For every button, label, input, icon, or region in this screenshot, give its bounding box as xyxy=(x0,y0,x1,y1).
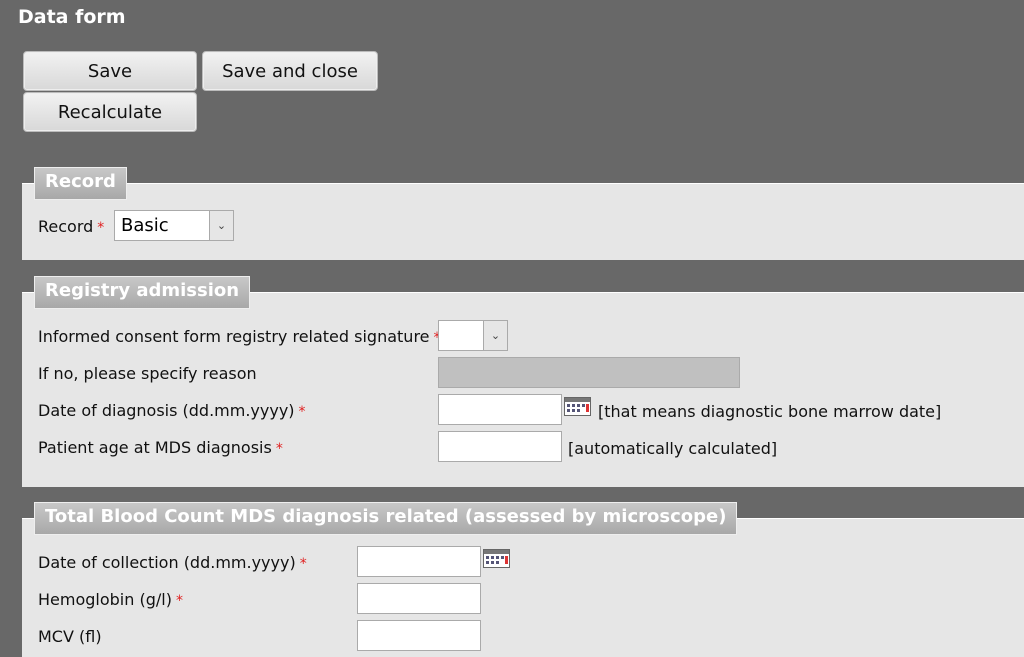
age-input[interactable] xyxy=(438,431,562,462)
page-title: Data form xyxy=(18,6,126,28)
consent-label: Informed consent form registry related s… xyxy=(38,327,441,346)
record-select[interactable]: Basic ⌄ xyxy=(114,210,234,241)
blood-legend: Total Blood Count MDS diagnosis related … xyxy=(34,502,738,535)
mcv-input[interactable] xyxy=(357,620,481,651)
age-note: [automatically calculated] xyxy=(568,439,778,458)
record-legend: Record xyxy=(34,167,127,200)
save-button[interactable]: Save xyxy=(23,51,197,91)
reason-input[interactable] xyxy=(438,357,740,388)
hemoglobin-input[interactable] xyxy=(357,583,481,614)
diagnosis-date-input[interactable] xyxy=(438,394,562,425)
registry-legend: Registry admission xyxy=(34,276,251,309)
consent-select[interactable]: ⌄ xyxy=(438,320,508,351)
record-label: Record * xyxy=(38,217,105,236)
diagnosis-date-label: Date of diagnosis (dd.mm.yyyy) * xyxy=(38,401,306,420)
blood-section xyxy=(22,518,1024,657)
collection-date-label: Date of collection (dd.mm.yyyy) * xyxy=(38,553,307,572)
reason-label: If no, please specify reason xyxy=(38,364,257,383)
hemoglobin-label: Hemoglobin (g/l) * xyxy=(38,590,183,609)
save-and-close-button[interactable]: Save and close xyxy=(202,51,378,91)
calendar-icon[interactable] xyxy=(564,397,591,416)
collection-date-input[interactable] xyxy=(357,546,481,577)
diagnosis-date-note: [that means diagnostic bone marrow date] xyxy=(598,402,942,421)
mcv-label: MCV (fl) xyxy=(38,627,102,646)
age-label: Patient age at MDS diagnosis * xyxy=(38,438,283,457)
calendar-icon[interactable] xyxy=(483,549,510,568)
recalculate-button[interactable]: Recalculate xyxy=(23,92,197,132)
chevron-down-icon: ⌄ xyxy=(209,211,233,240)
chevron-down-icon: ⌄ xyxy=(483,321,507,350)
